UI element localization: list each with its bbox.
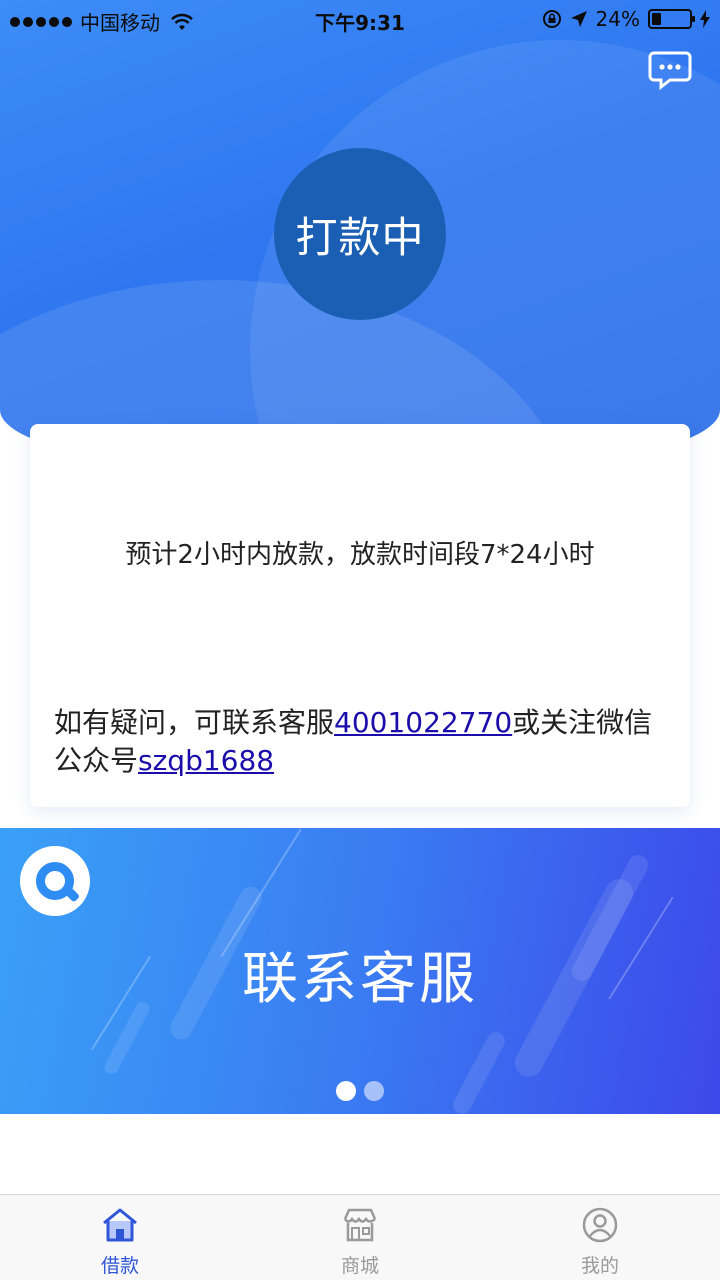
phone-link[interactable]: 4001022770 (334, 706, 512, 739)
wechat-link[interactable]: szqb1688 (138, 744, 274, 777)
message-button[interactable] (648, 50, 692, 91)
store-icon (343, 1208, 377, 1242)
banner-title: 联系客服 (242, 947, 478, 1012)
tab-profile[interactable]: 我的 (480, 1195, 720, 1280)
rotation-lock-icon (542, 10, 561, 28)
location-arrow-icon (570, 11, 587, 27)
info-card: 预计2小时内放款，放款时间段7*24小时 如有疑问，可联系客服400102277… (30, 424, 690, 807)
home-icon (103, 1208, 137, 1242)
contact-prefix: 如有疑问，可联系客服 (54, 706, 335, 739)
user-icon (582, 1207, 618, 1243)
pager-dot[interactable] (364, 1081, 384, 1101)
tab-label-mall: 商城 (340, 1255, 379, 1277)
battery-icon (648, 9, 695, 29)
app-screen: 中国移动 下午9:31 24% 打款中 预计2小时内放款，放款时间段7*24小时… (0, 0, 720, 1280)
tab-loan[interactable]: 借款 (0, 1195, 240, 1280)
tab-label-profile: 我的 (580, 1255, 619, 1277)
contact-text: 如有疑问，可联系客服4001022770或关注微信公众号szqb1688 (54, 704, 666, 780)
payment-status-text: 打款中 (295, 212, 425, 262)
pager-dot-active[interactable] (336, 1081, 356, 1101)
banner-pager (0, 1081, 720, 1101)
app-logo (20, 846, 90, 916)
banner-decor (449, 1029, 509, 1114)
status-circle: 打款中 (274, 148, 446, 320)
status-bar-right: 24% (542, 7, 710, 31)
tab-mall[interactable]: 商城 (240, 1195, 480, 1280)
charging-icon (700, 10, 710, 28)
tab-bar: 借款 商城 我的 (0, 1194, 720, 1280)
contact-service-banner[interactable]: 联系客服 (0, 828, 720, 1114)
tab-label-loan: 借款 (100, 1255, 139, 1277)
eta-text: 预计2小时内放款，放款时间段7*24小时 (125, 540, 595, 570)
hero-header: 中国移动 下午9:31 24% 打款中 (0, 0, 720, 480)
status-bar: 中国移动 下午9:31 24% (0, 0, 720, 40)
battery-percent: 24% (595, 7, 640, 31)
chat-bubble-icon (648, 51, 692, 91)
